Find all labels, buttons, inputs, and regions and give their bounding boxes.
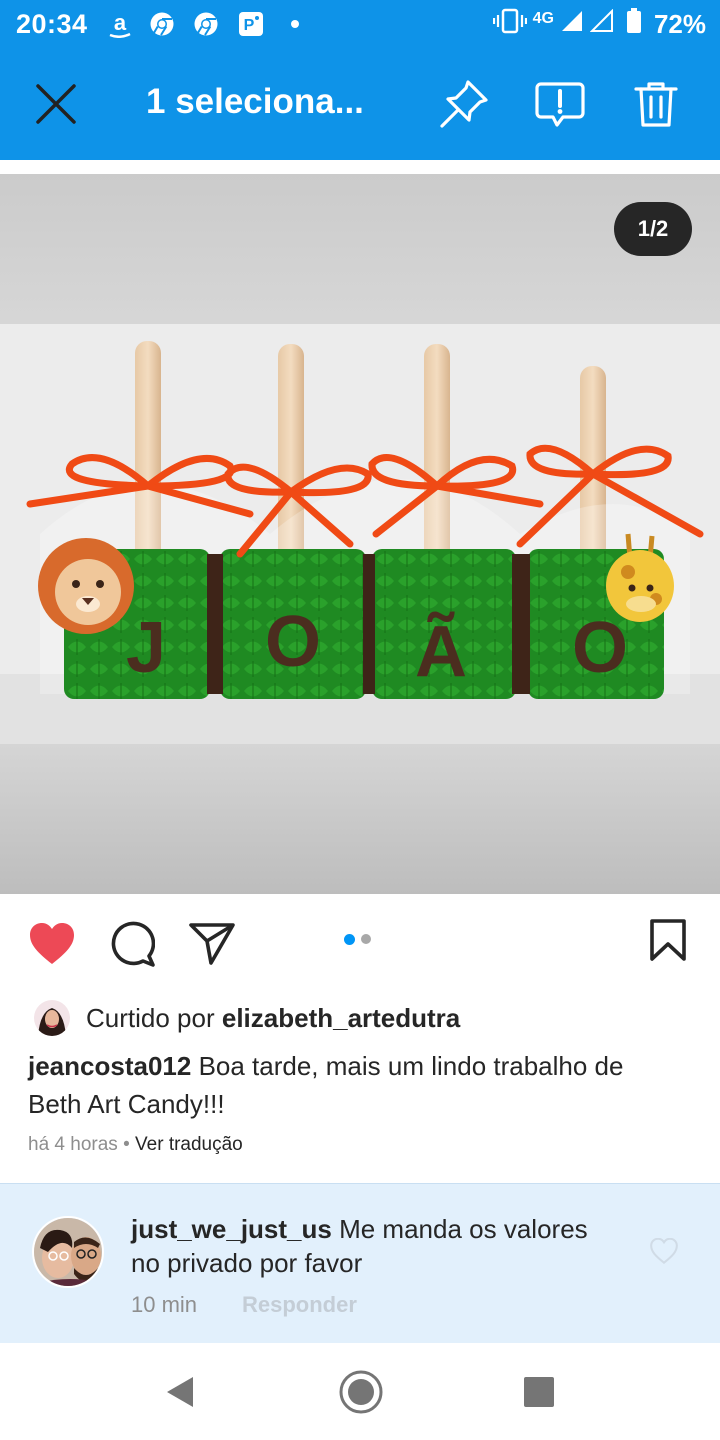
selection-title: 1 seleciona... xyxy=(146,82,364,121)
chrome-icon xyxy=(148,10,176,38)
comment-body: just_we_just_us Me manda os valores no p… xyxy=(131,1212,621,1280)
close-icon[interactable] xyxy=(28,76,84,132)
photo-letter: J xyxy=(126,608,166,688)
amazon-icon: a xyxy=(106,10,134,38)
like-heart-icon[interactable] xyxy=(26,918,78,970)
candy-pops-image: J O Ã O xyxy=(0,324,720,744)
network-type: 4G xyxy=(532,10,554,27)
image-counter-badge: 1/2 xyxy=(614,202,692,256)
bookmark-save-icon[interactable] xyxy=(642,914,694,966)
app-p-icon: P xyxy=(237,10,265,38)
meta-separator: • xyxy=(123,1134,130,1155)
dot-icon xyxy=(281,10,309,38)
liked-by-user[interactable]: elizabeth_artedutra xyxy=(222,1003,460,1034)
selection-action-bar: 1 seleciona... xyxy=(0,48,720,160)
photo-letter: O xyxy=(265,602,321,682)
carousel-dot xyxy=(361,934,371,944)
battery-icon xyxy=(626,7,642,41)
caption-author[interactable]: jeancosta012 xyxy=(28,1051,191,1081)
carousel-indicator xyxy=(344,934,371,945)
avatar xyxy=(34,1000,70,1036)
comment-icon[interactable] xyxy=(106,918,158,970)
post-meta: há 4 horas • Ver tradução xyxy=(28,1134,243,1156)
comment-like-heart-icon[interactable] xyxy=(650,1237,678,1266)
status-right: 4G 72% xyxy=(492,7,706,41)
photo-letter: Ã xyxy=(415,611,467,692)
avatar[interactable] xyxy=(32,1216,104,1288)
system-nav-bar xyxy=(0,1343,720,1440)
carousel-dot-active xyxy=(344,934,355,945)
comment-time: 10 min xyxy=(131,1292,198,1317)
battery-percent: 72% xyxy=(653,8,706,39)
share-send-icon[interactable] xyxy=(186,918,238,970)
post-photo[interactable]: J O Ã O 1/2 xyxy=(0,174,720,894)
comment-item[interactable]: just_we_just_us Me manda os valores no p… xyxy=(0,1183,720,1343)
comment-user[interactable]: just_we_just_us xyxy=(131,1214,332,1244)
recents-icon[interactable] xyxy=(514,1367,564,1417)
back-icon[interactable] xyxy=(156,1367,206,1417)
status-time: 20:34 xyxy=(16,9,88,39)
status-bar: 20:34 a P 4G 72% xyxy=(0,0,720,48)
signal-empty-icon xyxy=(589,8,614,40)
post-caption: jeancosta012 Boa tarde, mais um lindo tr… xyxy=(28,1047,678,1123)
reply-button[interactable]: Responder xyxy=(242,1292,357,1318)
liked-by-prefix: Curtido por xyxy=(86,1002,215,1033)
signal-icon xyxy=(560,9,584,40)
vibrate-icon xyxy=(492,8,527,41)
photo-letter: O xyxy=(572,608,628,688)
post-time: há 4 horas xyxy=(28,1134,118,1155)
translate-link[interactable]: Ver tradução xyxy=(135,1134,243,1155)
chrome-icon xyxy=(192,10,220,38)
liked-by-row[interactable]: Curtido por elizabeth_artedutra xyxy=(34,998,460,1038)
svg-text:a: a xyxy=(114,10,127,35)
report-icon[interactable] xyxy=(532,76,588,132)
pin-icon[interactable] xyxy=(436,76,492,132)
lion-topper xyxy=(38,538,134,634)
home-icon[interactable] xyxy=(336,1367,386,1417)
svg-text:P: P xyxy=(244,17,255,34)
trash-icon[interactable] xyxy=(628,76,684,132)
post-actions xyxy=(0,900,720,986)
